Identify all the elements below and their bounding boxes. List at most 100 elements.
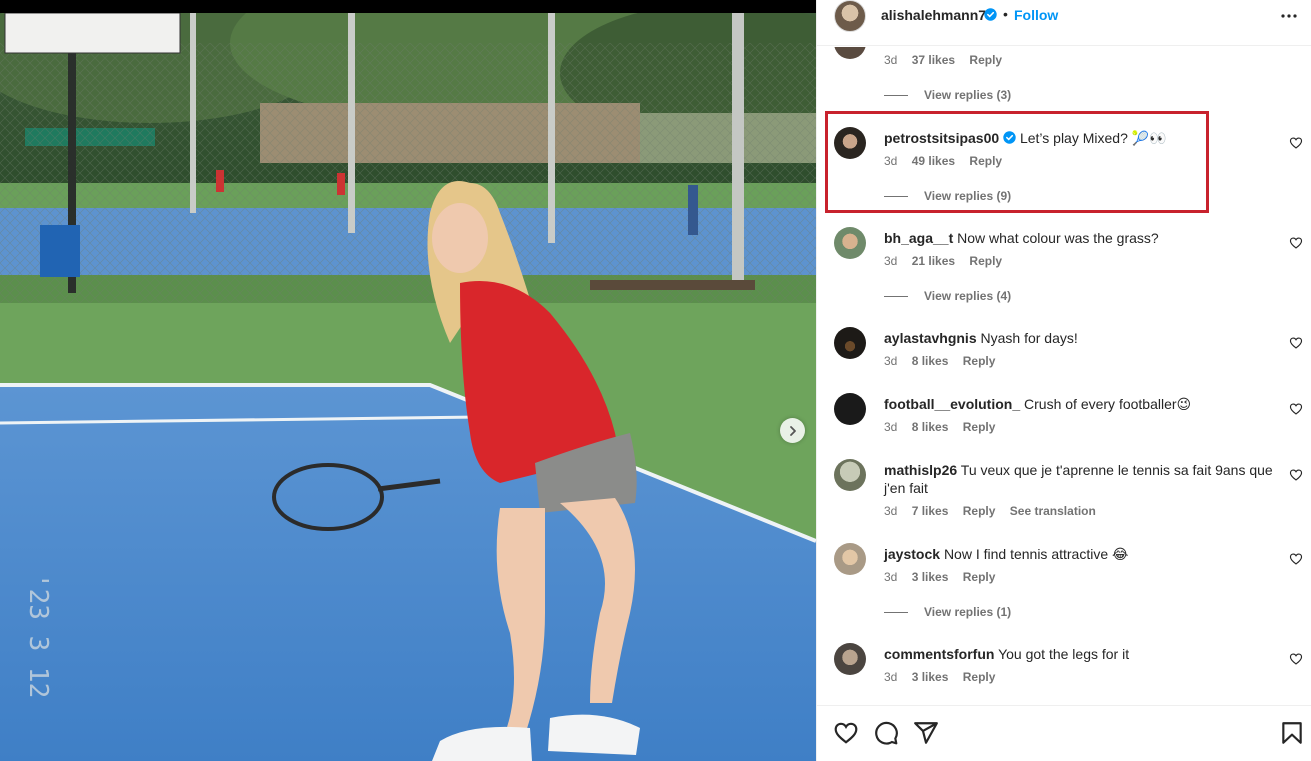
commenter-username[interactable]: petrostsitsipas00: [884, 130, 999, 146]
reply-button[interactable]: Reply: [963, 354, 996, 368]
like-comment-heart-icon[interactable]: [1289, 336, 1303, 350]
comment-likes[interactable]: 8 likes: [912, 420, 949, 434]
comment-body: Nyash for days!: [980, 330, 1078, 346]
photo-top-bar: [0, 0, 816, 13]
more-options-icon[interactable]: [1279, 6, 1299, 26]
comment-time: 3d: [884, 254, 898, 268]
comments-list[interactable]: 3d 37 likes Reply View replies (3) petro…: [817, 47, 1311, 705]
commenter-username[interactable]: aylastavhgnis: [884, 330, 977, 346]
post-header: alishalehmann7 • Follow: [817, 0, 1311, 46]
view-replies-button[interactable]: View replies (3): [884, 88, 1011, 102]
comment-likes[interactable]: 37 likes: [912, 53, 955, 67]
reply-button[interactable]: Reply: [969, 53, 1002, 67]
tennis-court-photo: '23 3 12: [0, 13, 816, 761]
commenter-avatar[interactable]: [834, 327, 866, 359]
like-comment-heart-icon[interactable]: [1289, 552, 1303, 566]
view-replies-label: View replies (4): [924, 289, 1012, 303]
comment-time: 3d: [884, 420, 898, 434]
comment-likes[interactable]: 7 likes: [912, 504, 949, 518]
replies-line: [884, 296, 908, 298]
comment-time: 3d: [884, 53, 898, 67]
comment-time: 3d: [884, 354, 898, 368]
replies-line: [884, 612, 908, 614]
chevron-right-icon: [789, 425, 796, 436]
svg-text:'23 3 12: '23 3 12: [23, 573, 53, 698]
comment-time: 3d: [884, 154, 898, 168]
comment-text: bh_aga__t Now what colour was the grass?: [884, 229, 1279, 247]
comment-meta: 3d 8 likes Reply: [884, 354, 1006, 368]
view-replies-button[interactable]: View replies (9): [884, 189, 1011, 203]
comment-likes[interactable]: 49 likes: [912, 154, 955, 168]
comment-body: Crush of every footballer😉: [1024, 396, 1192, 412]
comment-text: jaystock Now I find tennis attractive 😂: [884, 545, 1279, 563]
post-photo[interactable]: '23 3 12: [0, 0, 816, 761]
comment-text: mathislp26 Tu veux que je t'aprenne le t…: [884, 461, 1279, 497]
reply-button[interactable]: Reply: [969, 154, 1002, 168]
view-replies-label: View replies (1): [924, 605, 1012, 619]
comment-time: 3d: [884, 570, 898, 584]
commenter-avatar[interactable]: [834, 393, 866, 425]
comment-meta: 3d 37 likes Reply: [884, 53, 1013, 67]
comment-likes[interactable]: 3 likes: [912, 670, 949, 684]
comment-meta: 3d 3 likes Reply: [884, 570, 1006, 584]
view-replies-label: View replies (9): [924, 189, 1012, 203]
comment-meta: 3d 21 likes Reply: [884, 254, 1013, 268]
commenter-username[interactable]: mathislp26: [884, 462, 957, 478]
commenter-avatar[interactable]: [834, 543, 866, 575]
post-details-panel: alishalehmann7 • Follow 3d 37 likes Repl…: [816, 0, 1311, 761]
reply-button[interactable]: Reply: [963, 670, 996, 684]
post-action-bar: [817, 705, 1311, 761]
comment-meta: 3d 8 likes Reply: [884, 420, 1006, 434]
comment-time: 3d: [884, 670, 898, 684]
like-comment-heart-icon[interactable]: [1289, 402, 1303, 416]
see-translation-button[interactable]: See translation: [1010, 504, 1096, 518]
comment-text: aylastavhgnis Nyash for days!: [884, 329, 1279, 347]
comment-body: You got the legs for it: [998, 646, 1130, 662]
comment-text: football__evolution_ Crush of every foot…: [884, 395, 1279, 413]
view-replies-button[interactable]: View replies (1): [884, 605, 1011, 619]
follow-button[interactable]: Follow: [1014, 7, 1058, 23]
commenter-avatar[interactable]: [834, 127, 866, 159]
commenter-username[interactable]: bh_aga__t: [884, 230, 953, 246]
bookmark-icon[interactable]: [1279, 720, 1305, 746]
share-icon[interactable]: [913, 720, 939, 746]
author-username[interactable]: alishalehmann7: [881, 7, 986, 23]
like-comment-heart-icon[interactable]: [1289, 468, 1303, 482]
commenter-username[interactable]: football__evolution_: [884, 396, 1020, 412]
comment-meta: 3d 3 likes Reply: [884, 670, 1006, 684]
view-replies-label: View replies (3): [924, 88, 1012, 102]
commenter-username[interactable]: jaystock: [884, 546, 940, 562]
commenter-avatar[interactable]: [834, 47, 866, 59]
comment-time: 3d: [884, 504, 898, 518]
comment-meta: 3d 49 likes Reply: [884, 154, 1013, 168]
commenter-avatar[interactable]: [834, 227, 866, 259]
reply-button[interactable]: Reply: [963, 504, 996, 518]
next-photo-button[interactable]: [780, 418, 805, 443]
like-comment-heart-icon[interactable]: [1289, 236, 1303, 250]
comment-icon[interactable]: [873, 720, 899, 746]
view-replies-button[interactable]: View replies (4): [884, 289, 1011, 303]
header-separator: •: [1003, 6, 1008, 22]
like-comment-heart-icon[interactable]: [1289, 136, 1303, 150]
commenter-username[interactable]: commentsforfun: [884, 646, 994, 662]
verified-badge-icon: [1003, 131, 1016, 144]
commenter-avatar[interactable]: [834, 459, 866, 491]
comment-likes[interactable]: 21 likes: [912, 254, 955, 268]
commenter-avatar[interactable]: [834, 643, 866, 675]
comment-likes[interactable]: 8 likes: [912, 354, 949, 368]
comment-text: petrostsitsipas00 Let’s play Mixed? 🎾👀: [884, 129, 1279, 147]
reply-button[interactable]: Reply: [963, 420, 996, 434]
comment-likes[interactable]: 3 likes: [912, 570, 949, 584]
verified-badge-icon: [984, 8, 997, 21]
heart-icon[interactable]: [833, 720, 859, 746]
comment-meta: 3d 7 likes Reply See translation: [884, 504, 1107, 518]
author-avatar[interactable]: [834, 0, 866, 32]
like-comment-heart-icon[interactable]: [1289, 652, 1303, 666]
comment-text: commentsforfun You got the legs for it: [884, 645, 1279, 663]
reply-button[interactable]: Reply: [963, 570, 996, 584]
replies-line: [884, 95, 908, 97]
comment-body: Now I find tennis attractive 😂: [943, 546, 1129, 562]
comment-body: Let’s play Mixed? 🎾👀: [1019, 130, 1167, 146]
comment-body: Now what colour was the grass?: [957, 230, 1159, 246]
reply-button[interactable]: Reply: [969, 254, 1002, 268]
